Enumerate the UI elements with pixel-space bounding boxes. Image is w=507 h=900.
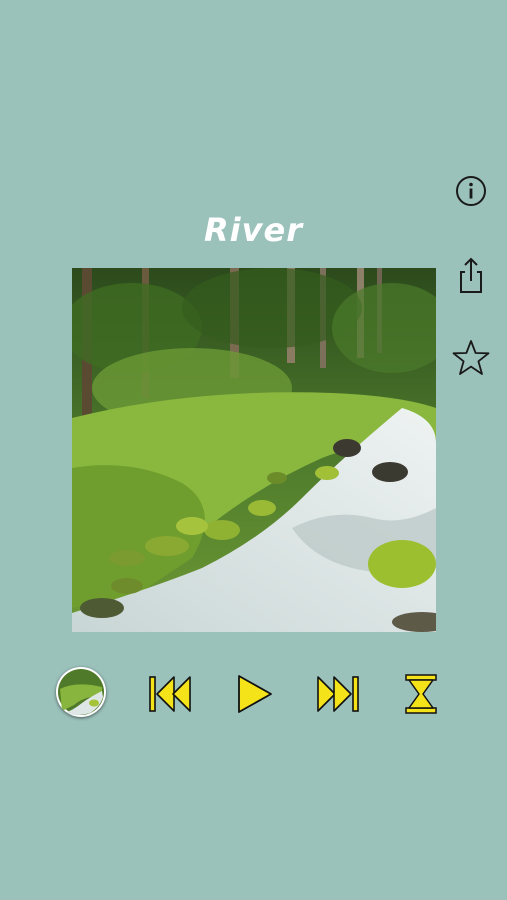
track-title: River [204, 211, 303, 249]
forest-river-image [72, 268, 436, 632]
share-button[interactable] [451, 255, 491, 295]
skip-previous-icon [149, 676, 191, 712]
info-button[interactable] [451, 171, 491, 211]
favorite-button[interactable] [451, 338, 491, 378]
next-button[interactable] [314, 673, 362, 715]
album-artwork [72, 268, 436, 632]
skip-next-icon [317, 676, 359, 712]
play-icon [238, 675, 272, 713]
sleep-timer-button[interactable] [402, 673, 440, 715]
play-button[interactable] [233, 672, 275, 716]
river-thumbnail [58, 669, 104, 715]
track-thumbnail-button[interactable] [56, 667, 106, 717]
share-icon [460, 257, 482, 293]
hourglass-icon [405, 674, 437, 714]
info-icon [456, 176, 486, 206]
previous-button[interactable] [146, 673, 194, 715]
star-icon [452, 340, 490, 375]
